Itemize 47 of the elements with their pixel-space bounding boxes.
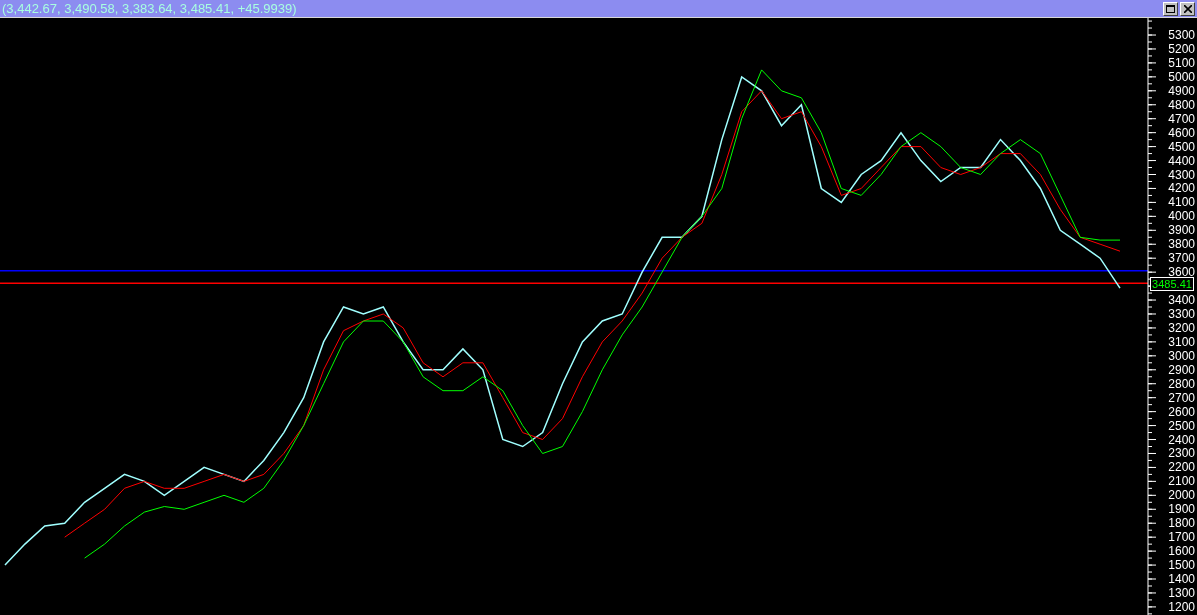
y-tick-label: 1700 — [1168, 530, 1195, 545]
y-tick-label: 5100 — [1168, 55, 1195, 70]
y-tick-label: 1500 — [1168, 558, 1195, 573]
maximize-icon — [1166, 4, 1175, 13]
y-tick-label: 3700 — [1168, 251, 1195, 266]
y-tick-label: 3100 — [1168, 334, 1195, 349]
last-value-label: 3485.41 — [1150, 277, 1194, 292]
y-tick-label: 4800 — [1168, 97, 1195, 112]
y-tick-label: 4000 — [1168, 209, 1195, 224]
y-tick-label: 5000 — [1168, 69, 1195, 84]
y-tick-label: 2000 — [1168, 488, 1195, 503]
y-tick-label: 3800 — [1168, 237, 1195, 252]
close-button[interactable] — [1180, 1, 1195, 16]
y-tick-label: 2100 — [1168, 474, 1195, 489]
y-tick-label: 2900 — [1168, 362, 1195, 377]
y-tick-label: 3600 — [1168, 265, 1195, 280]
y-tick-label: 3200 — [1168, 320, 1195, 335]
y-tick-label: 1600 — [1168, 544, 1195, 559]
y-tick-label: 2600 — [1168, 404, 1195, 419]
y-tick-label: 2400 — [1168, 432, 1195, 447]
y-tick-label: 2800 — [1168, 376, 1195, 391]
maximize-button[interactable] — [1163, 1, 1178, 16]
y-tick-label: 2200 — [1168, 460, 1195, 475]
y-tick-label: 1300 — [1168, 585, 1195, 600]
y-tick-label: 4100 — [1168, 195, 1195, 210]
y-tick-label: 4500 — [1168, 139, 1195, 154]
y-tick-label: 3900 — [1168, 223, 1195, 238]
y-tick-label: 2300 — [1168, 446, 1195, 461]
y-tick-label: 5300 — [1168, 28, 1195, 42]
y-tick-label: 4900 — [1168, 83, 1195, 98]
close-icon — [1183, 4, 1192, 13]
y-tick-label: 1200 — [1168, 599, 1195, 614]
y-tick-label: 3000 — [1168, 348, 1195, 363]
y-tick-label: 1800 — [1168, 516, 1195, 531]
y-tick-label: 3300 — [1168, 307, 1195, 321]
y-tick-label: 5200 — [1168, 41, 1195, 56]
y-tick-label: 2500 — [1168, 418, 1195, 433]
y-tick-label: 4400 — [1168, 153, 1195, 168]
window-title: (3,442.67, 3,490.58, 3,383.64, 3,485.41, +45.9939) — [2, 1, 297, 16]
y-tick-label: 4700 — [1168, 111, 1195, 126]
y-tick-label: 4600 — [1168, 125, 1195, 140]
y-tick-label: 1900 — [1168, 502, 1195, 517]
y-tick-label: 4200 — [1168, 181, 1195, 196]
y-tick-label: 3400 — [1168, 293, 1195, 308]
y-tick-label: 4300 — [1168, 167, 1195, 182]
y-tick-label: 1400 — [1168, 572, 1195, 586]
y-tick-label: 2700 — [1168, 390, 1195, 405]
